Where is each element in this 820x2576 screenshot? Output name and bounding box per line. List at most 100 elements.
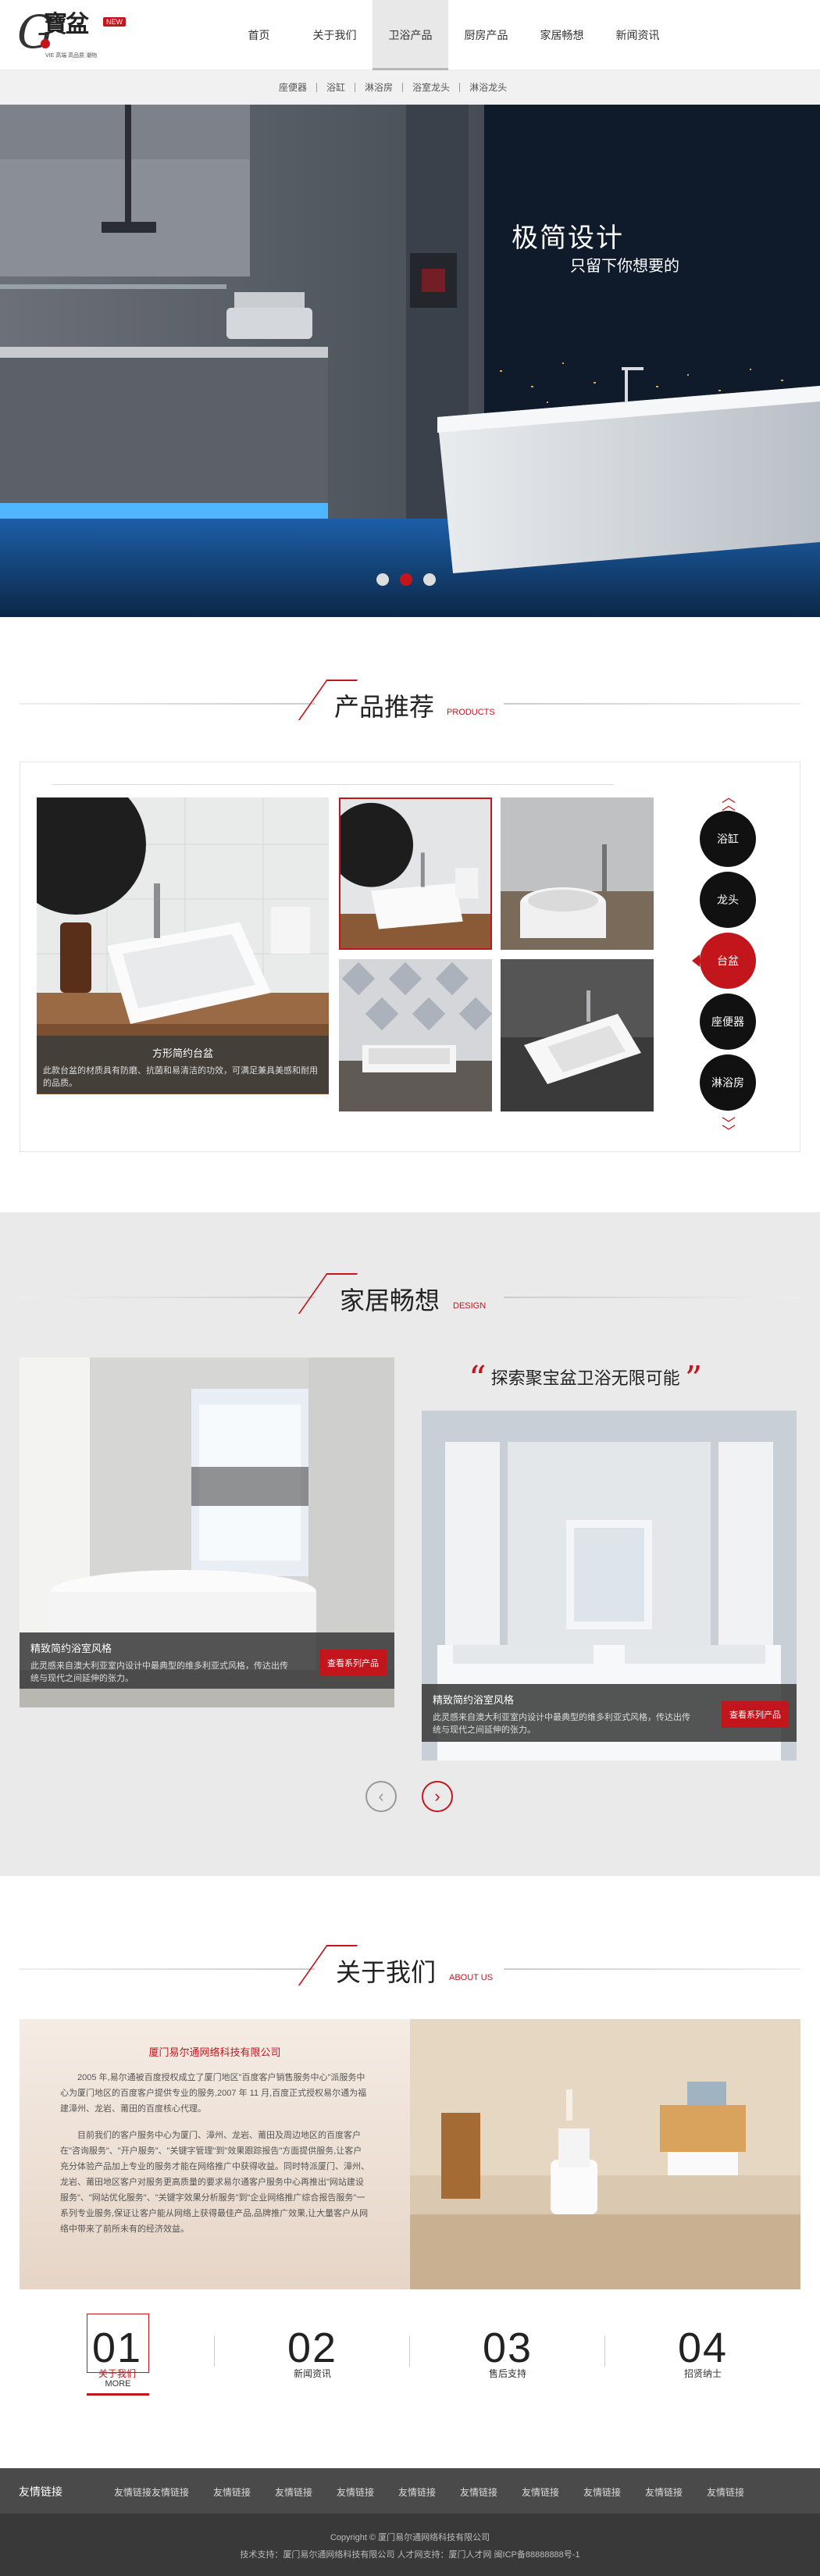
more-link[interactable]: MORE bbox=[87, 2379, 149, 2396]
category-faucet[interactable]: 龙头 bbox=[700, 872, 756, 928]
friend-link[interactable]: 友情链接 bbox=[114, 2485, 152, 2499]
section-title-cn: 关于我们 bbox=[336, 1958, 437, 1986]
nav-item-about[interactable]: 关于我们 bbox=[297, 0, 373, 70]
section-title-en: PRODUCTS bbox=[447, 708, 495, 717]
slogan-text: 探索聚宝盆卫浴无限可能 bbox=[490, 1368, 680, 1388]
friend-link[interactable]: 友情链接 bbox=[275, 2485, 337, 2499]
friend-link[interactable]: 友情链接 bbox=[583, 2485, 645, 2499]
friend-links: 友情链接 友情链接 友情链接 友情链接 友情链接 友情链接 友情链接 友情链接 … bbox=[114, 2485, 768, 2499]
slider-dot[interactable] bbox=[376, 573, 389, 586]
next-arrow-icon[interactable]: › bbox=[422, 1781, 453, 1812]
friend-links-heading: 友情链接 bbox=[19, 2485, 62, 2498]
friend-link[interactable]: 友情链接 bbox=[213, 2485, 275, 2499]
products-panel: 方形简约台盆 此款台盆的材质具有防磨、抗菌和易清洁的功效，可满足兼具美感和耐用的… bbox=[20, 762, 800, 1152]
tab-number: 02 bbox=[287, 2324, 338, 2371]
about-paragraph: 目前我们的客户服务中心为厦门、漳州、龙岩、莆田及周边地区的百度客户在"咨询服务"… bbox=[60, 2131, 369, 2234]
copyright-text: Copyright © 厦门易尔通网络科技有限公司 bbox=[330, 2533, 490, 2542]
product-thumb[interactable] bbox=[339, 797, 492, 950]
products-section-title: 产品推荐 PRODUCTS bbox=[20, 680, 800, 726]
prev-arrow-icon[interactable]: ‹ bbox=[365, 1781, 397, 1812]
tab-news[interactable]: 02 新闻资讯 bbox=[215, 2312, 410, 2406]
sub-nav: 座便器 浴缸 淋浴房 浴室龙头 淋浴龙头 bbox=[0, 70, 820, 105]
slider-dot[interactable] bbox=[423, 573, 436, 586]
friend-link[interactable]: 友情链接 bbox=[337, 2485, 398, 2499]
logo[interactable]: G 寶盆 NEW VIE 高端 高品质 潮物 bbox=[17, 8, 134, 62]
featured-product-name: 方形简约台盆 bbox=[152, 1047, 213, 1059]
category-toilet[interactable]: 座便器 bbox=[700, 994, 756, 1050]
hero-subtitle: 只留下你想要的 bbox=[570, 258, 679, 275]
hero-kitchen-image bbox=[0, 105, 820, 617]
nav-item-home[interactable]: 首页 bbox=[221, 0, 297, 70]
copyright-bar: Copyright © 厦门易尔通网络科技有限公司 技术支持：厦门易尔通网络科技… bbox=[0, 2514, 820, 2576]
nav-item-bathroom[interactable]: 卫浴产品 bbox=[373, 0, 448, 70]
view-series-button[interactable]: 查看系列产品 bbox=[319, 1650, 387, 1676]
quote-open-icon: “ bbox=[469, 1359, 487, 1400]
subnav-item-toilet[interactable]: 座便器 bbox=[269, 83, 316, 92]
company-name: 厦门易尔通网络科技有限公司 bbox=[148, 2046, 281, 2058]
friend-link[interactable]: 友情链接 bbox=[522, 2485, 583, 2499]
home-card[interactable]: 精致简约浴室风格 此灵感来自澳大利亚室内设计中最典型的维多利亚式风格，传达出传统… bbox=[422, 1411, 797, 1761]
title-divider bbox=[20, 703, 315, 705]
featured-product-caption: 方形简约台盆 此款台盆的材质具有防磨、抗菌和易清洁的功效，可满足兼具美感和耐用的… bbox=[37, 1036, 329, 1094]
card-desc: 此灵感来自澳大利亚室内设计中最典型的维多利亚式风格，传达出传统与现代之间延伸的张… bbox=[433, 1713, 690, 1735]
support-text: 技术支持：厦门易尔通网络科技有限公司 人才网支持：厦门人才网 闽ICP备8888… bbox=[240, 2550, 580, 2560]
product-thumb[interactable] bbox=[501, 959, 654, 1111]
logo-tagline: VIE 高端 高品质 潮物 bbox=[45, 53, 98, 59]
section-title-en: ABOUT US bbox=[449, 1973, 494, 1982]
friend-link[interactable]: 友情链接 bbox=[152, 2485, 213, 2499]
logo-badge: NEW bbox=[103, 17, 126, 27]
title-divider bbox=[20, 1968, 315, 1970]
about-tabs: 01 关于我们 MORE 02 新闻资讯 03 售后支持 04 招贤纳士 bbox=[20, 2312, 800, 2406]
about-image bbox=[410, 2019, 800, 2289]
tab-careers[interactable]: 04 招贤纳士 bbox=[605, 2312, 800, 2406]
card-desc: 此灵感来自澳大利亚室内设计中最典型的维多利亚式风格，传达出传统与现代之间延伸的张… bbox=[30, 1661, 288, 1683]
subnav-item-bathtub[interactable]: 浴缸 bbox=[316, 83, 355, 92]
chevron-down-icon[interactable]: ﹀ ﹀ bbox=[722, 1117, 736, 1139]
home-slogan: “ 探索聚宝盆卫浴无限可能 ” bbox=[469, 1362, 702, 1397]
hero-title: 极简设计 bbox=[512, 223, 624, 253]
title-divider bbox=[504, 703, 800, 705]
main-nav: 首页 关于我们 卫浴产品 厨房产品 家居畅想 新闻资讯 bbox=[221, 0, 676, 70]
featured-product-desc: 此款台盆的材质具有防磨、抗菌和易清洁的功效，可满足兼具美感和耐用的品质。 bbox=[43, 1066, 318, 1088]
logo-cn: 寶盆 bbox=[44, 11, 89, 38]
section-title-en: DESIGN bbox=[453, 1301, 487, 1311]
about-paragraph: 2005 年,易尔通被百度授权成立了厦门地区"百度客户销售服务中心"派服务中心为… bbox=[60, 2073, 367, 2114]
home-card-caption: 精致简约浴室风格 此灵感来自澳大利亚室内设计中最典型的维多利亚式风格，传达出传统… bbox=[20, 1632, 394, 1689]
tab-label: 招贤纳士 bbox=[683, 2368, 722, 2379]
friend-link[interactable]: 友情链接 bbox=[645, 2485, 707, 2499]
chevron-up-icon[interactable]: ︿ ︿ bbox=[722, 790, 736, 812]
hero-banner: 极简设计 只留下你想要的 bbox=[0, 105, 820, 617]
friend-link[interactable]: 友情链接 bbox=[398, 2485, 460, 2499]
nav-item-home-design[interactable]: 家居畅想 bbox=[524, 0, 600, 70]
home-section-title: 家居畅想 DESIGN bbox=[20, 1273, 800, 1320]
tab-label: 新闻资讯 bbox=[293, 2368, 331, 2379]
site-header: G 寶盆 NEW VIE 高端 高品质 潮物 首页 关于我们 卫浴产品 厨房产品… bbox=[0, 0, 820, 70]
section-title-cn: 产品推荐 bbox=[334, 693, 435, 721]
friend-link[interactable]: 友情链接 bbox=[707, 2485, 768, 2499]
quote-close-icon: ” bbox=[684, 1359, 703, 1400]
category-shower-room[interactable]: 淋浴房 bbox=[700, 1054, 756, 1111]
friend-links-bar: 友情链接 友情链接 友情链接 友情链接 友情链接 友情链接 友情链接 友情链接 … bbox=[0, 2468, 820, 2514]
nav-item-kitchen[interactable]: 厨房产品 bbox=[448, 0, 524, 70]
slider-dot-active[interactable] bbox=[400, 573, 412, 586]
tab-number: 03 bbox=[482, 2324, 533, 2371]
nav-item-news[interactable]: 新闻资讯 bbox=[600, 0, 676, 70]
subnav-item-shower-room[interactable]: 淋浴房 bbox=[355, 83, 402, 92]
product-thumb[interactable] bbox=[501, 797, 654, 950]
section-title-cn: 家居畅想 bbox=[340, 1286, 440, 1315]
category-bathtub[interactable]: 浴缸 bbox=[700, 811, 756, 867]
tab-number: 04 bbox=[677, 2324, 729, 2371]
subnav-item-bath-faucet[interactable]: 浴室龙头 bbox=[402, 83, 459, 92]
about-text-panel: 厦门易尔通网络科技有限公司 2005 年,易尔通被百度授权成立了厦门地区"百度客… bbox=[20, 2019, 410, 2289]
tab-after-sales[interactable]: 03 售后支持 bbox=[410, 2312, 605, 2406]
logo-dot-icon bbox=[41, 39, 50, 48]
about-section-title: 关于我们 ABOUT US bbox=[20, 1945, 800, 1992]
tab-about[interactable]: 01 关于我们 MORE bbox=[20, 2312, 215, 2406]
friend-link[interactable]: 友情链接 bbox=[460, 2485, 522, 2499]
home-card-caption: 精致简约浴室风格 此灵感来自澳大利亚室内设计中最典型的维多利亚式风格，传达出传统… bbox=[422, 1684, 797, 1742]
view-series-button[interactable]: 查看系列产品 bbox=[722, 1701, 789, 1728]
product-thumb[interactable] bbox=[339, 959, 492, 1111]
home-card[interactable]: 精致简约浴室风格 此灵感来自澳大利亚室内设计中最典型的维多利亚式风格，传达出传统… bbox=[20, 1358, 394, 1707]
subnav-item-shower-faucet[interactable]: 淋浴龙头 bbox=[459, 83, 516, 92]
category-basin[interactable]: 台盆 bbox=[692, 933, 756, 989]
